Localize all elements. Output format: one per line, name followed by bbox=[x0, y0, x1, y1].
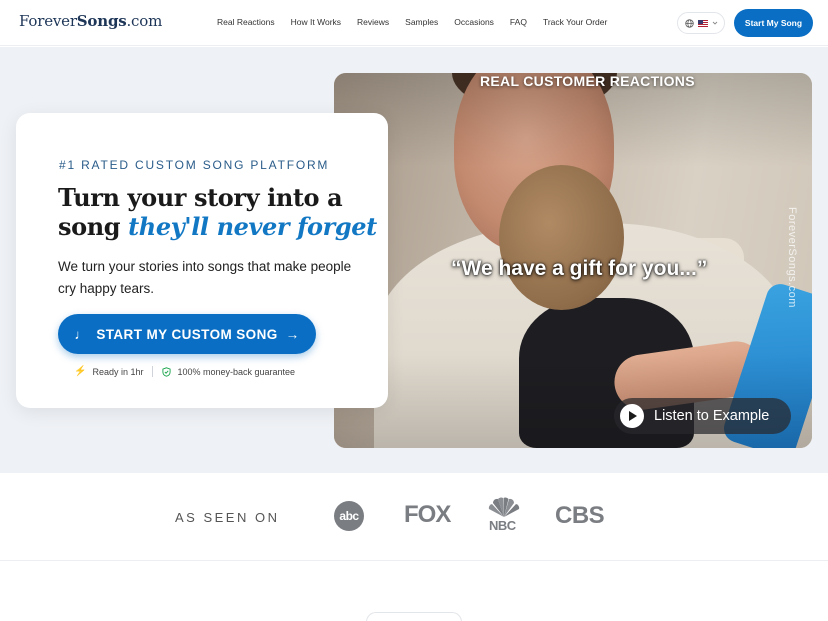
hero-subtext: We turn your stories into songs that mak… bbox=[58, 259, 352, 296]
reaction-video[interactable]: REAL CUSTOMER REACTIONS “We have a gift … bbox=[334, 73, 812, 448]
hero-eyebrow: #1 RATED CUSTOM SONG PLATFORM bbox=[59, 158, 330, 172]
logo-prefix: Forever bbox=[19, 12, 77, 30]
shield-check-icon bbox=[162, 366, 172, 377]
globe-icon bbox=[684, 18, 694, 28]
arrow-right-icon: → bbox=[285, 326, 300, 342]
listen-label: Listen to Example bbox=[654, 408, 770, 424]
as-seen-on-label: AS SEEN ON bbox=[175, 510, 280, 525]
us-flag-icon bbox=[697, 19, 708, 27]
video-watermark: ForeverSongs.com bbox=[786, 207, 798, 308]
logo-suffix: .com bbox=[126, 12, 163, 30]
hero-perks: ⚡ Ready in 1hr 100% money-back guarantee bbox=[74, 366, 295, 377]
cbs-logo: CBS bbox=[555, 502, 605, 529]
nav-faq[interactable]: FAQ bbox=[510, 17, 527, 27]
headline-accent: they'll never forget bbox=[128, 212, 377, 241]
fox-logo: FOX bbox=[404, 501, 451, 528]
lightning-icon: ⚡ bbox=[74, 366, 87, 377]
nav-samples[interactable]: Samples bbox=[405, 17, 438, 27]
perk-divider bbox=[152, 366, 154, 377]
site-header: ForeverSongs.com Real Reactions How It W… bbox=[0, 0, 828, 46]
as-seen-on-section: AS SEEN ON abc FOX NBC CBS bbox=[0, 473, 828, 561]
hero-headline: Turn your story into a song they'll neve… bbox=[58, 183, 378, 241]
language-selector[interactable] bbox=[677, 12, 725, 34]
site-logo[interactable]: ForeverSongs.com bbox=[19, 12, 162, 30]
start-custom-song-button[interactable]: ♩ START MY CUSTOM SONG → bbox=[58, 314, 316, 354]
music-note-icon: ♩ bbox=[74, 326, 89, 342]
perk-guarantee: 100% money-back guarantee bbox=[177, 366, 296, 377]
next-section-pill bbox=[366, 612, 462, 621]
video-caption: “We have a gift for you...” bbox=[451, 257, 708, 280]
nav-occasions[interactable]: Occasions bbox=[454, 17, 494, 27]
nav-real-reactions[interactable]: Real Reactions bbox=[217, 17, 275, 27]
listen-to-example-button[interactable]: Listen to Example bbox=[614, 398, 791, 434]
nbc-peacock-icon bbox=[488, 497, 520, 517]
nav-reviews[interactable]: Reviews bbox=[357, 17, 389, 27]
perk-ready: Ready in 1hr bbox=[92, 366, 144, 377]
main-nav: Real Reactions How It Works Reviews Samp… bbox=[217, 17, 623, 27]
start-my-song-button[interactable]: Start My Song bbox=[734, 9, 813, 37]
cta-label: START MY CUSTOM SONG bbox=[96, 326, 278, 342]
abc-logo: abc bbox=[334, 501, 364, 531]
nav-how-it-works[interactable]: How It Works bbox=[291, 17, 341, 27]
hero-card: #1 RATED CUSTOM SONG PLATFORM Turn your … bbox=[16, 113, 388, 408]
abc-logo-text: abc bbox=[339, 509, 359, 523]
play-icon bbox=[620, 404, 644, 428]
nbc-logo: NBC bbox=[489, 518, 516, 533]
logo-bold: Songs bbox=[76, 12, 127, 30]
chevron-down-icon bbox=[712, 21, 717, 25]
video-title: REAL CUSTOMER REACTIONS bbox=[480, 73, 695, 89]
nav-track-order[interactable]: Track Your Order bbox=[543, 17, 607, 27]
